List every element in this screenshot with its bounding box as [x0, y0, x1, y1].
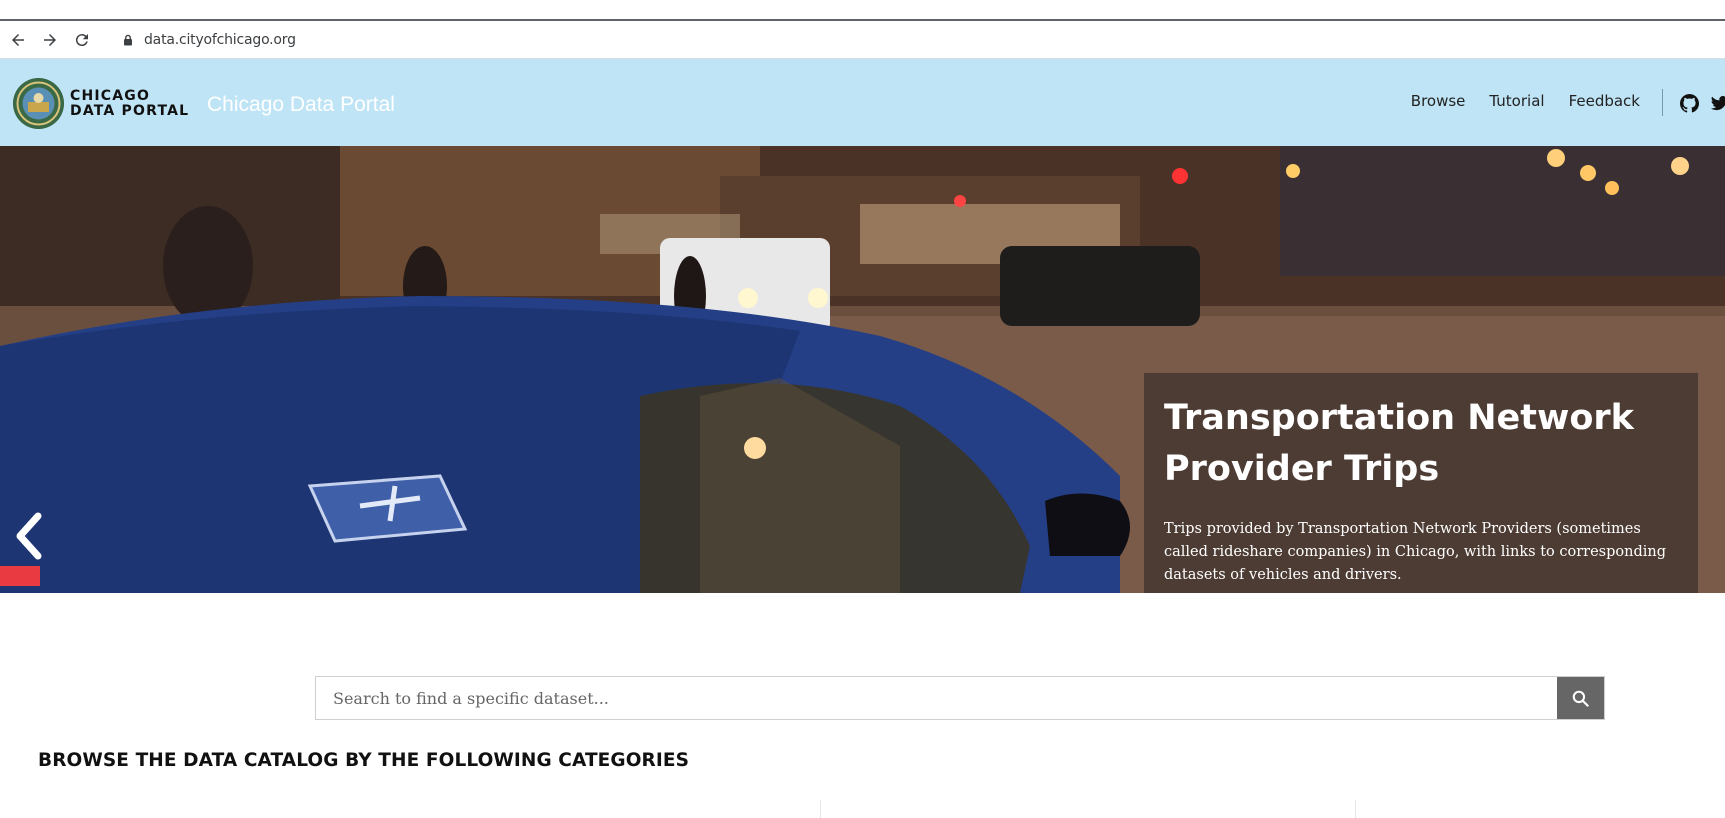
logo-line-1: CHICAGO — [70, 88, 151, 104]
twitter-icon[interactable] — [1710, 94, 1725, 113]
back-button[interactable] — [4, 26, 32, 54]
portal-logo-text: CHICAGO DATA PORTAL — [70, 89, 189, 119]
chevron-left-icon[interactable] — [12, 512, 44, 560]
search-button[interactable] — [1557, 677, 1604, 719]
nav-divider — [1662, 89, 1663, 116]
site-header: CHICAGO DATA PORTAL Chicago Data Portal … — [0, 59, 1725, 146]
hero-caption-title[interactable]: Transportation Network Provider Trips — [1164, 393, 1684, 495]
arrow-left-icon — [12, 33, 24, 46]
reload-icon — [75, 33, 88, 46]
arrow-right-icon — [44, 33, 56, 46]
catalog-heading: BROWSE THE DATA CATALOG BY THE FOLLOWING… — [38, 750, 690, 771]
hero-caption-text: Trips provided by Transportation Network… — [1164, 521, 1666, 583]
search-input[interactable] — [316, 677, 1556, 719]
search-icon — [1572, 690, 1589, 707]
nav-browse[interactable]: Browse — [1411, 92, 1466, 110]
dataset-search — [315, 676, 1605, 720]
forward-button[interactable] — [36, 26, 64, 54]
top-nav: Browse Tutorial Feedback — [1411, 92, 1640, 110]
category-divider — [820, 800, 821, 818]
reload-button[interactable] — [68, 26, 96, 54]
nav-tutorial[interactable]: Tutorial — [1489, 92, 1544, 110]
url-text: data.cityofchicago.org — [144, 31, 296, 48]
nav-feedback[interactable]: Feedback — [1569, 92, 1640, 110]
city-seal-logo[interactable] — [13, 78, 64, 129]
lock-icon — [124, 34, 132, 45]
hero-carousel: Transportation Network Provider Trips Tr… — [0, 146, 1725, 593]
browser-tab-strip — [0, 0, 1725, 21]
site-title[interactable]: Chicago Data Portal — [207, 93, 395, 117]
url-field[interactable]: data.cityofchicago.org — [122, 32, 296, 48]
category-divider — [1355, 800, 1356, 818]
browser-address-bar: data.cityofchicago.org — [0, 21, 1725, 59]
github-icon[interactable] — [1680, 94, 1699, 113]
logo-line-2: DATA PORTAL — [70, 103, 190, 119]
hero-caption: Transportation Network Provider Trips Tr… — [1144, 373, 1698, 593]
